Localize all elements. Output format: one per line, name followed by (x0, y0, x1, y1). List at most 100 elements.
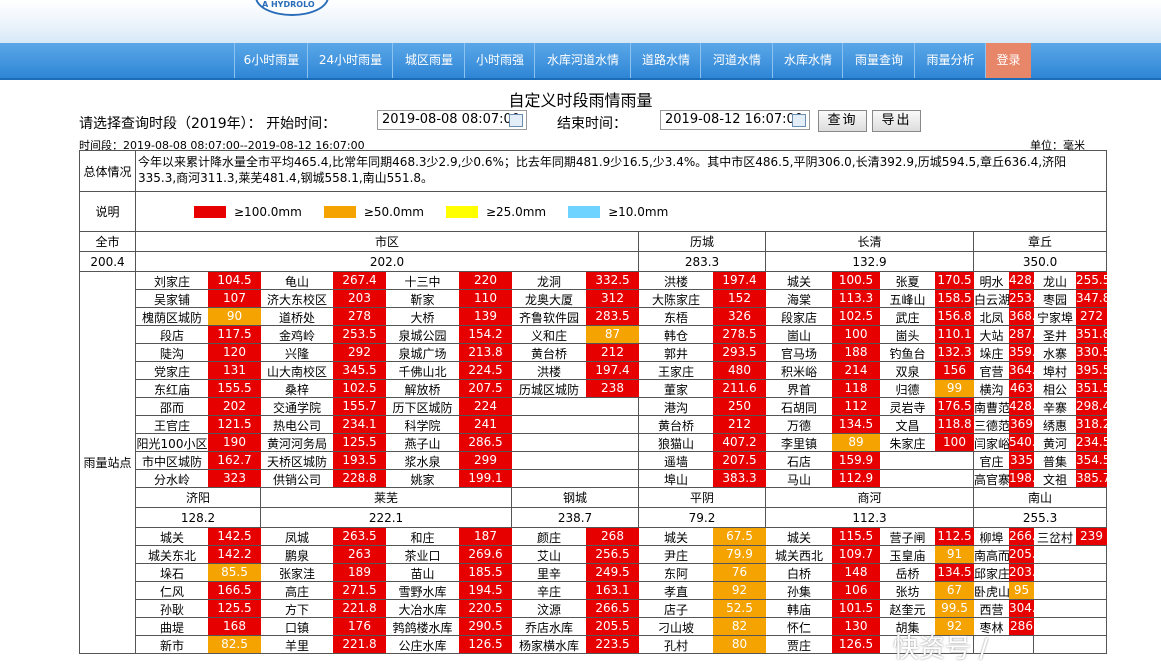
station[interactable]: 泉城公园 154.2 (386, 326, 512, 343)
station[interactable]: 文昌 118.8 (880, 416, 974, 433)
station[interactable]: 石店 159.9 (766, 452, 880, 469)
station[interactable]: 怀仁 130 (766, 618, 880, 635)
station[interactable]: 官马场 188 (766, 344, 880, 361)
station[interactable]: 黄河河务局 125.5 (261, 434, 386, 451)
nav-item[interactable]: 道路水情 (630, 43, 701, 78)
station[interactable]: 归德 99 (880, 380, 974, 397)
station[interactable]: 东红庙 155.5 (136, 380, 261, 397)
station[interactable]: 港沟 250 (639, 398, 766, 415)
station[interactable]: 孔村 80 (639, 636, 766, 653)
station[interactable]: 洪楼 197.4 (639, 272, 766, 289)
station[interactable]: 三德范 369 (974, 416, 1034, 433)
station[interactable]: 王官庄 121.5 (136, 416, 261, 433)
station[interactable]: 东阿 76 (639, 564, 766, 581)
station[interactable]: 高庄 271.5 (261, 582, 386, 599)
station[interactable]: 千佛山北 224.5 (386, 362, 512, 379)
station[interactable]: 热电公司 234.1 (261, 416, 386, 433)
station[interactable]: 李里镇 89 (766, 434, 880, 451)
station[interactable]: 郭井 293.5 (639, 344, 766, 361)
station[interactable]: 韩仓 278.5 (639, 326, 766, 343)
nav-item[interactable]: 河道水情 (700, 43, 773, 78)
station[interactable]: 汶源 266.5 (512, 600, 639, 617)
nav-item[interactable]: 6小时雨量 (234, 43, 308, 78)
station[interactable]: 横沟 463 (974, 380, 1034, 397)
station[interactable]: 马山 112.9 (766, 470, 880, 487)
station[interactable]: 公庄水库 126.5 (386, 636, 512, 653)
station[interactable]: 齐鲁软件园 283.5 (512, 308, 639, 325)
station[interactable]: 分水岭 323 (136, 470, 261, 487)
station[interactable]: 苗山 185.5 (386, 564, 512, 581)
export-button[interactable]: 导出 (872, 110, 921, 132)
station[interactable]: 杨家横水库 223.5 (512, 636, 639, 653)
station[interactable]: 大桥 139 (386, 308, 512, 325)
station[interactable]: 张夏 170.5 (880, 272, 974, 289)
station[interactable]: 方下 221.8 (261, 600, 386, 617)
station[interactable]: 张坊 67 (880, 582, 974, 599)
station[interactable]: 城关 115.5 (766, 528, 880, 545)
station[interactable]: 龙山 255.5 (1034, 272, 1110, 289)
station[interactable]: 城关 142.5 (136, 528, 261, 545)
station[interactable]: 洪楼 197.4 (512, 362, 639, 379)
station[interactable]: 遥墙 207.5 (639, 452, 766, 469)
station[interactable]: 垛石 85.5 (136, 564, 261, 581)
station[interactable]: 供销公司 228.8 (261, 470, 386, 487)
station[interactable]: 南高而 205.5 (974, 546, 1043, 563)
station[interactable]: 陡沟 120 (136, 344, 261, 361)
station[interactable]: 道桥处 278 (261, 308, 386, 325)
search-button[interactable]: 查询 (818, 110, 867, 132)
station[interactable]: 枣园 347.8 (1034, 290, 1110, 307)
station[interactable]: 茶业口 269.6 (386, 546, 512, 563)
station[interactable]: 官营 364.5 (974, 362, 1043, 379)
calendar-icon[interactable] (792, 114, 806, 127)
station[interactable]: 白桥 148 (766, 564, 880, 581)
station[interactable]: 店子 52.5 (639, 600, 766, 617)
station[interactable]: 段店 117.5 (136, 326, 261, 343)
station[interactable]: 埠村 395.5 (1034, 362, 1110, 379)
station[interactable]: 龙奥大厦 312 (512, 290, 639, 307)
station[interactable]: 北凤 368.5 (974, 308, 1043, 325)
station[interactable]: 岳桥 134.5 (880, 564, 974, 581)
station[interactable]: 卧虎山 95 (974, 582, 1034, 599)
station[interactable]: 和庄 187 (386, 528, 512, 545)
station[interactable]: 黄河 234.5 (1034, 434, 1110, 451)
station[interactable]: 大陈家庄 152 (639, 290, 766, 307)
station[interactable]: 姚家 199.1 (386, 470, 512, 487)
station[interactable]: 里辛 249.5 (512, 564, 639, 581)
station[interactable]: 绣惠 318.2 (1034, 416, 1110, 433)
station[interactable]: 玉皇庙 91 (880, 546, 974, 563)
station[interactable]: 尹庄 79.9 (639, 546, 766, 563)
station[interactable]: 辛寨 298.4 (1034, 398, 1110, 415)
station[interactable]: 五峰山 158.5 (880, 290, 974, 307)
station[interactable]: 相公 351.5 (1034, 380, 1110, 397)
station[interactable]: 刘家庄 104.5 (136, 272, 261, 289)
station[interactable]: 王家庄 480 (639, 362, 766, 379)
station[interactable]: 高官寨 198.5 (974, 470, 1043, 487)
station[interactable]: 城关 67.5 (639, 528, 766, 545)
station[interactable]: 钓鱼台 132.3 (880, 344, 974, 361)
station[interactable]: 孙集 106 (766, 582, 880, 599)
nav-item[interactable]: 雨量查询 (842, 43, 915, 78)
station[interactable]: 靳家 110 (386, 290, 512, 307)
station[interactable]: 董家 211.6 (639, 380, 766, 397)
station[interactable]: 大冶水库 220.5 (386, 600, 512, 617)
station[interactable]: 燕子山 286.5 (386, 434, 512, 451)
station[interactable]: 张家洼 189 (261, 564, 386, 581)
station[interactable]: 城关 100.5 (766, 272, 880, 289)
station[interactable]: 白云湖 253.5 (974, 290, 1043, 307)
station[interactable]: 普集 354.5 (1034, 452, 1110, 469)
nav-item[interactable]: 水库水情 (772, 43, 843, 78)
station[interactable]: 东梧 326 (639, 308, 766, 325)
station[interactable]: 西营 304.8 (974, 600, 1043, 617)
station[interactable]: 辛庄 163.1 (512, 582, 639, 599)
station[interactable]: 城关西北 109.7 (766, 546, 880, 563)
nav-item[interactable]: 小时雨强 (464, 43, 535, 78)
station[interactable]: 鹏泉 263 (261, 546, 386, 563)
station[interactable]: 韩庙 101.5 (766, 600, 880, 617)
station[interactable]: 科学院 241 (386, 416, 512, 433)
station[interactable]: 圣井 351.8 (1034, 326, 1110, 343)
station[interactable]: 雪野水库 194.5 (386, 582, 512, 599)
station[interactable]: 城关东北 142.2 (136, 546, 261, 563)
station[interactable]: 历城区城防 238 (512, 380, 639, 397)
station[interactable]: 孙耿 125.5 (136, 600, 261, 617)
station[interactable]: 解放桥 207.5 (386, 380, 512, 397)
